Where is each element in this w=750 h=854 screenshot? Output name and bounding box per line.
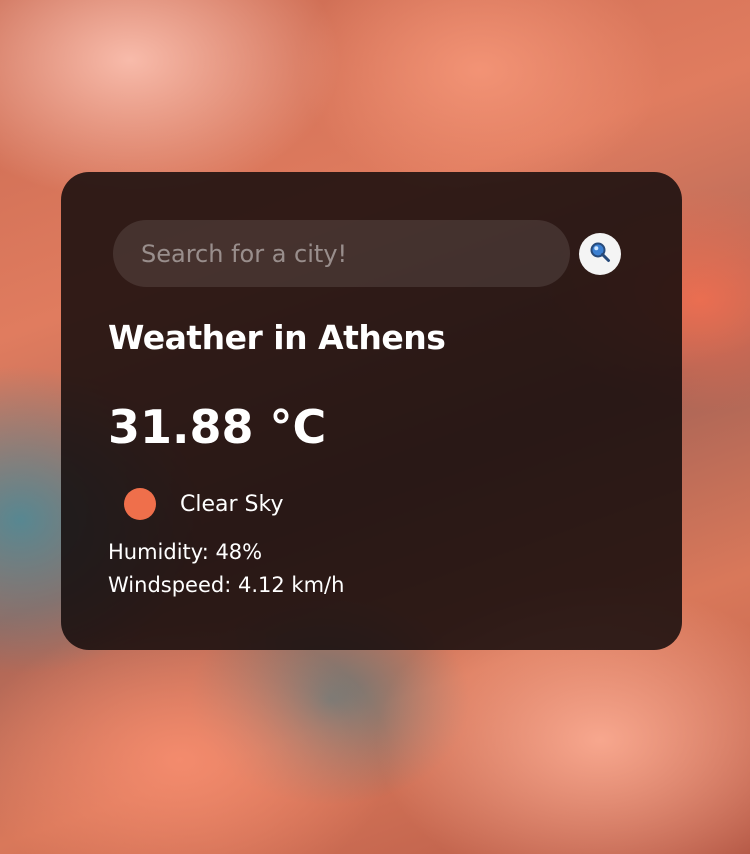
weather-card: Weather in Athens 31.88 °C Clear Sky Hum… xyxy=(61,172,682,650)
sun-icon xyxy=(124,488,156,520)
search-bar xyxy=(113,220,621,287)
condition-row: Clear Sky xyxy=(124,488,283,520)
city-title: Weather in Athens xyxy=(108,318,446,357)
windspeed-text: Windspeed: 4.12 km/h xyxy=(108,573,345,597)
humidity-text: Humidity: 48% xyxy=(108,540,263,564)
temperature-value: 31.88 °C xyxy=(108,400,327,454)
search-button[interactable] xyxy=(579,232,621,275)
condition-label: Clear Sky xyxy=(180,491,284,517)
search-input[interactable] xyxy=(113,220,570,287)
search-icon xyxy=(589,241,611,266)
